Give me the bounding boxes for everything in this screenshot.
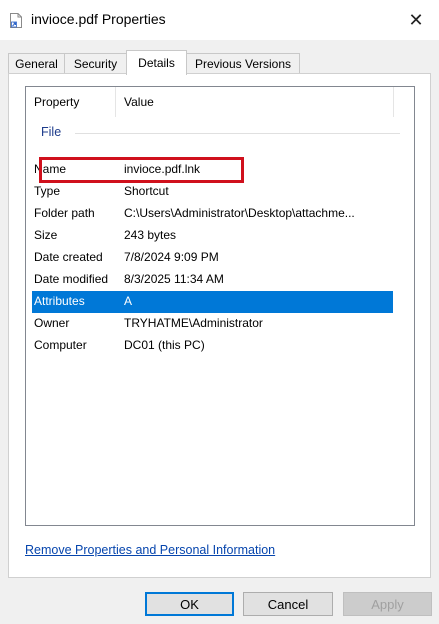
group-divider (75, 133, 400, 134)
cancel-button[interactable]: Cancel (243, 592, 333, 616)
column-header-value[interactable]: Value (124, 87, 154, 117)
ok-button[interactable]: OK (145, 592, 234, 616)
column-separator[interactable] (393, 87, 394, 117)
title-bar: invioce.pdf Properties ✕ (0, 0, 439, 40)
close-icon: ✕ (408, 9, 424, 30)
group-header-file: File (41, 125, 62, 139)
close-button[interactable]: ✕ (393, 0, 439, 40)
apply-button[interactable]: Apply (343, 592, 432, 616)
list-item[interactable]: Date created 7/8/2024 9:09 PM (32, 247, 393, 269)
window-title: invioce.pdf Properties (31, 11, 166, 27)
list-item[interactable]: Computer DC01 (this PC) (32, 335, 393, 357)
details-list[interactable]: Property Value File Name invioce.pdf.lnk… (25, 86, 415, 526)
tab-details[interactable]: Details (126, 50, 187, 75)
list-item[interactable]: Owner TRYHATME\Administrator (32, 313, 393, 335)
list-item[interactable]: Folder path C:\Users\Administrator\Deskt… (32, 203, 393, 225)
details-panel: Property Value File Name invioce.pdf.lnk… (8, 73, 431, 578)
list-item[interactable]: Name invioce.pdf.lnk (32, 159, 393, 181)
column-header-property[interactable]: Property (34, 87, 79, 117)
list-item[interactable]: Date modified 8/3/2025 11:34 AM (32, 269, 393, 291)
list-item-selected[interactable]: Attributes A (32, 291, 393, 313)
list-item[interactable]: Size 243 bytes (32, 225, 393, 247)
remove-properties-link[interactable]: Remove Properties and Personal Informati… (25, 543, 275, 557)
tab-general[interactable]: General (8, 53, 65, 73)
tab-strip: General Security Details Previous Versio… (8, 50, 438, 75)
tab-security[interactable]: Security (64, 53, 127, 73)
tab-previous-versions[interactable]: Previous Versions (186, 53, 300, 73)
column-separator[interactable] (115, 87, 116, 117)
list-item[interactable]: Type Shortcut (32, 181, 393, 203)
shortcut-file-icon (10, 13, 22, 28)
